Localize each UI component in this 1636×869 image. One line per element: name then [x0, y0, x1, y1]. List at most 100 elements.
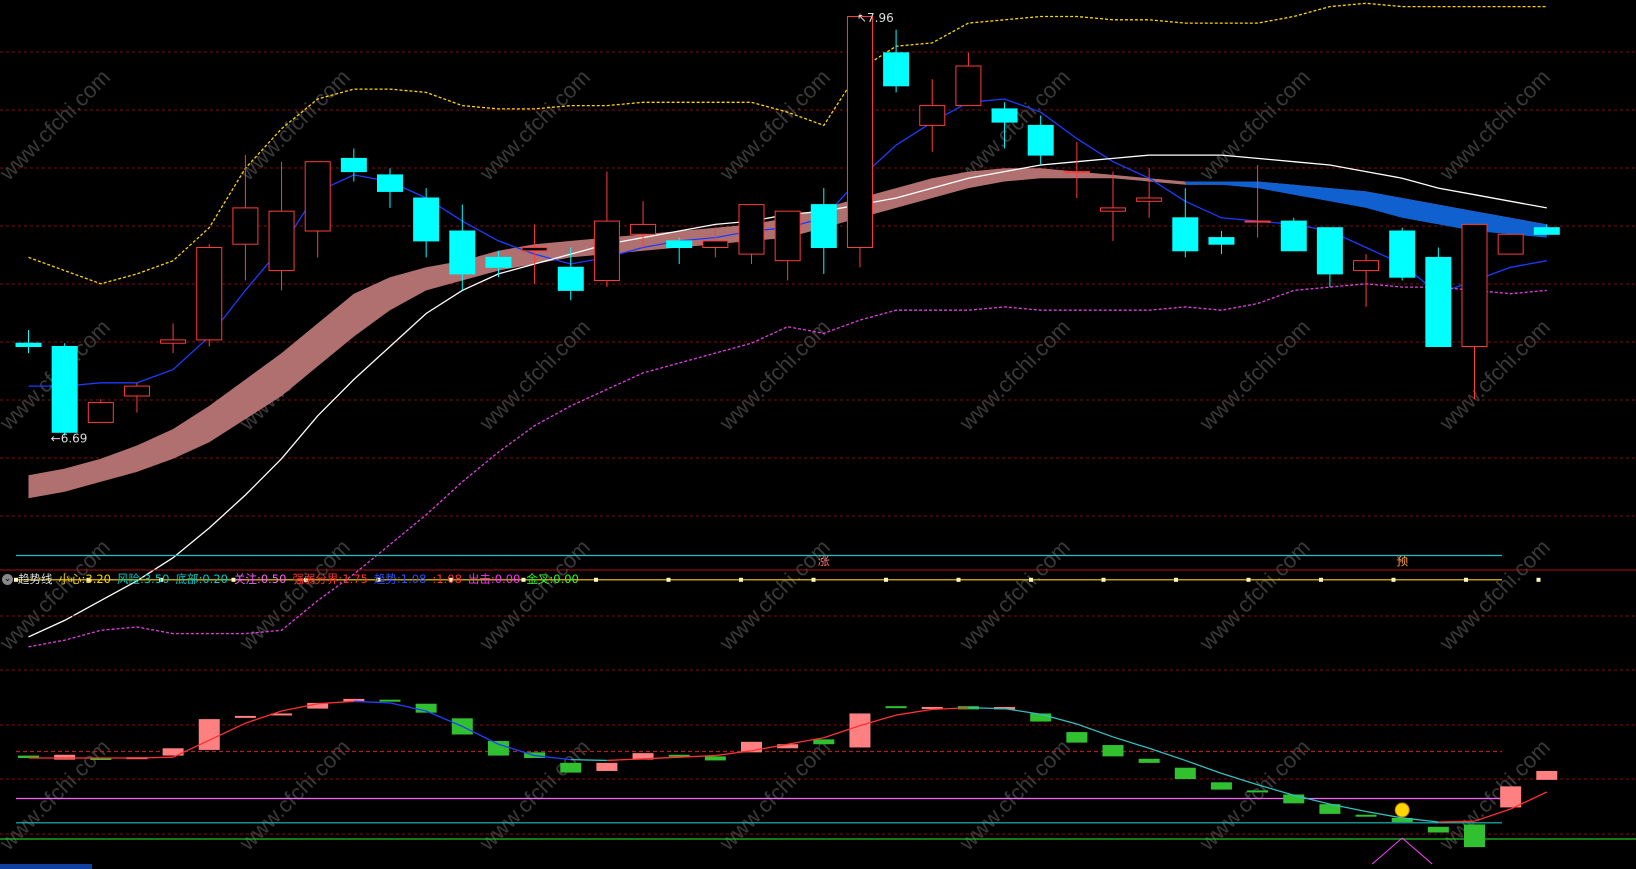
level-dot [1536, 577, 1541, 582]
trend-line [968, 707, 1005, 710]
level-dot [956, 577, 961, 582]
trend-line [1004, 707, 1041, 715]
trend-line [1148, 747, 1186, 762]
candle-body [1280, 220, 1307, 252]
watermark-text: www.cfchi.com [0, 534, 115, 655]
watermark-text: www.cfchi.com [954, 534, 1075, 655]
candle-body [1063, 171, 1090, 174]
candle-body [340, 157, 367, 173]
indicator-value: 3.50 [143, 572, 170, 586]
collapse-icon[interactable]: ⌄ [2, 573, 13, 585]
trend-bar [596, 762, 618, 771]
trend-line [462, 725, 499, 745]
candle-body [1497, 233, 1524, 255]
indicator-label: 出击: [467, 572, 495, 586]
level-dot [811, 577, 816, 582]
indicator-name[interactable]: 趋势线 [18, 571, 53, 587]
candle-body [810, 204, 837, 249]
watermark-text: www.cfchi.com [1194, 314, 1315, 435]
candle-body [1461, 223, 1488, 347]
level-dot [666, 577, 671, 582]
low-price-label: ←6.69 [51, 431, 88, 445]
indicator-value: 0.50 [260, 572, 287, 586]
indicator-value: 1.08 [400, 572, 427, 586]
trend-bar [560, 762, 582, 773]
trend-line [606, 758, 644, 762]
candle-body [1100, 207, 1126, 212]
ma-band [1185, 181, 1547, 238]
candle-body [919, 105, 946, 126]
level-dot [1319, 577, 1323, 582]
trend-line [317, 700, 354, 705]
trend-line [136, 756, 174, 759]
trend-bar [1464, 824, 1485, 848]
watermark-text: www.cfchi.com [954, 734, 1075, 855]
candle-body [1425, 256, 1452, 347]
watermark-text: www.cfchi.com [474, 64, 595, 185]
watermark-text: www.cfchi.com [234, 64, 355, 185]
candle-body [449, 230, 476, 275]
candle-body [774, 210, 801, 262]
candle-body [702, 240, 729, 248]
indicator-label: 小心: [58, 572, 86, 586]
indicator-label: 金叉: [526, 572, 554, 586]
candle-body [51, 346, 78, 433]
watermark-text: www.cfchi.com [234, 534, 355, 655]
candle-body [991, 108, 1018, 123]
trend-bar [234, 715, 256, 718]
trend-bar [1500, 786, 1522, 808]
level-dot [1391, 577, 1396, 582]
candle-body [123, 385, 150, 397]
watermark-text: www.cfchi.com [1434, 534, 1555, 655]
trend-bar [1102, 745, 1124, 757]
signal-cross [1401, 837, 1433, 865]
watermark-text: www.cfchi.com [1434, 734, 1555, 855]
trend-bar [1355, 814, 1377, 817]
candle-body [160, 339, 187, 344]
indicator-label: 风险: [116, 572, 144, 586]
candle-body [1389, 230, 1416, 278]
level-dot [1246, 577, 1251, 582]
watermark-text: www.cfchi.com [954, 314, 1075, 435]
trend-bar [1138, 758, 1160, 763]
candle-body [268, 210, 295, 272]
indicator-label: 趋势: [373, 572, 401, 586]
candle-body [1353, 260, 1380, 272]
candle-body [1172, 217, 1199, 252]
watermark-text: www.cfchi.com [1194, 64, 1315, 185]
watermark-text: www.cfchi.com [1194, 534, 1315, 655]
candle-body [232, 207, 259, 245]
trend-bar [198, 719, 220, 750]
candle-body [630, 223, 657, 235]
indicator-label: 强弱分界: [292, 572, 343, 586]
trend-bar [849, 713, 871, 748]
level-dot [1174, 577, 1178, 582]
trend-bar [1247, 790, 1269, 793]
candle-body [521, 247, 548, 252]
trend-bar [704, 756, 726, 761]
candle-body [846, 16, 873, 248]
candle-body [485, 256, 512, 268]
indicator-value: 0.00 [494, 572, 521, 586]
trend-bar [1210, 782, 1232, 790]
level-dot [1029, 577, 1033, 582]
candle-body [1027, 124, 1054, 156]
candle-body [1316, 227, 1343, 275]
level-dot [739, 577, 743, 582]
watermark-text: www.cfchi.com [474, 314, 595, 435]
watermark-text: www.cfchi.com [234, 734, 355, 855]
chart-canvas: www.cfchi.com www.cfchi.com www.cfchi.com w… [0, 2, 1636, 869]
watermark-text: www.cfchi.com [0, 64, 115, 185]
trend-bar [54, 754, 76, 760]
candle-body [1244, 220, 1271, 223]
high-price-label: ↖7.96 [857, 11, 894, 25]
watermark-text: www.cfchi.com [714, 314, 835, 435]
candle-body [1533, 227, 1560, 235]
trend-line [1438, 820, 1475, 823]
watermark-text: www.cfchi.com [474, 534, 595, 655]
trend-bar [379, 699, 401, 702]
trend-bar [487, 740, 509, 756]
candle-body [593, 220, 620, 282]
trend-bar [885, 706, 907, 709]
trend-bar [1066, 732, 1088, 743]
